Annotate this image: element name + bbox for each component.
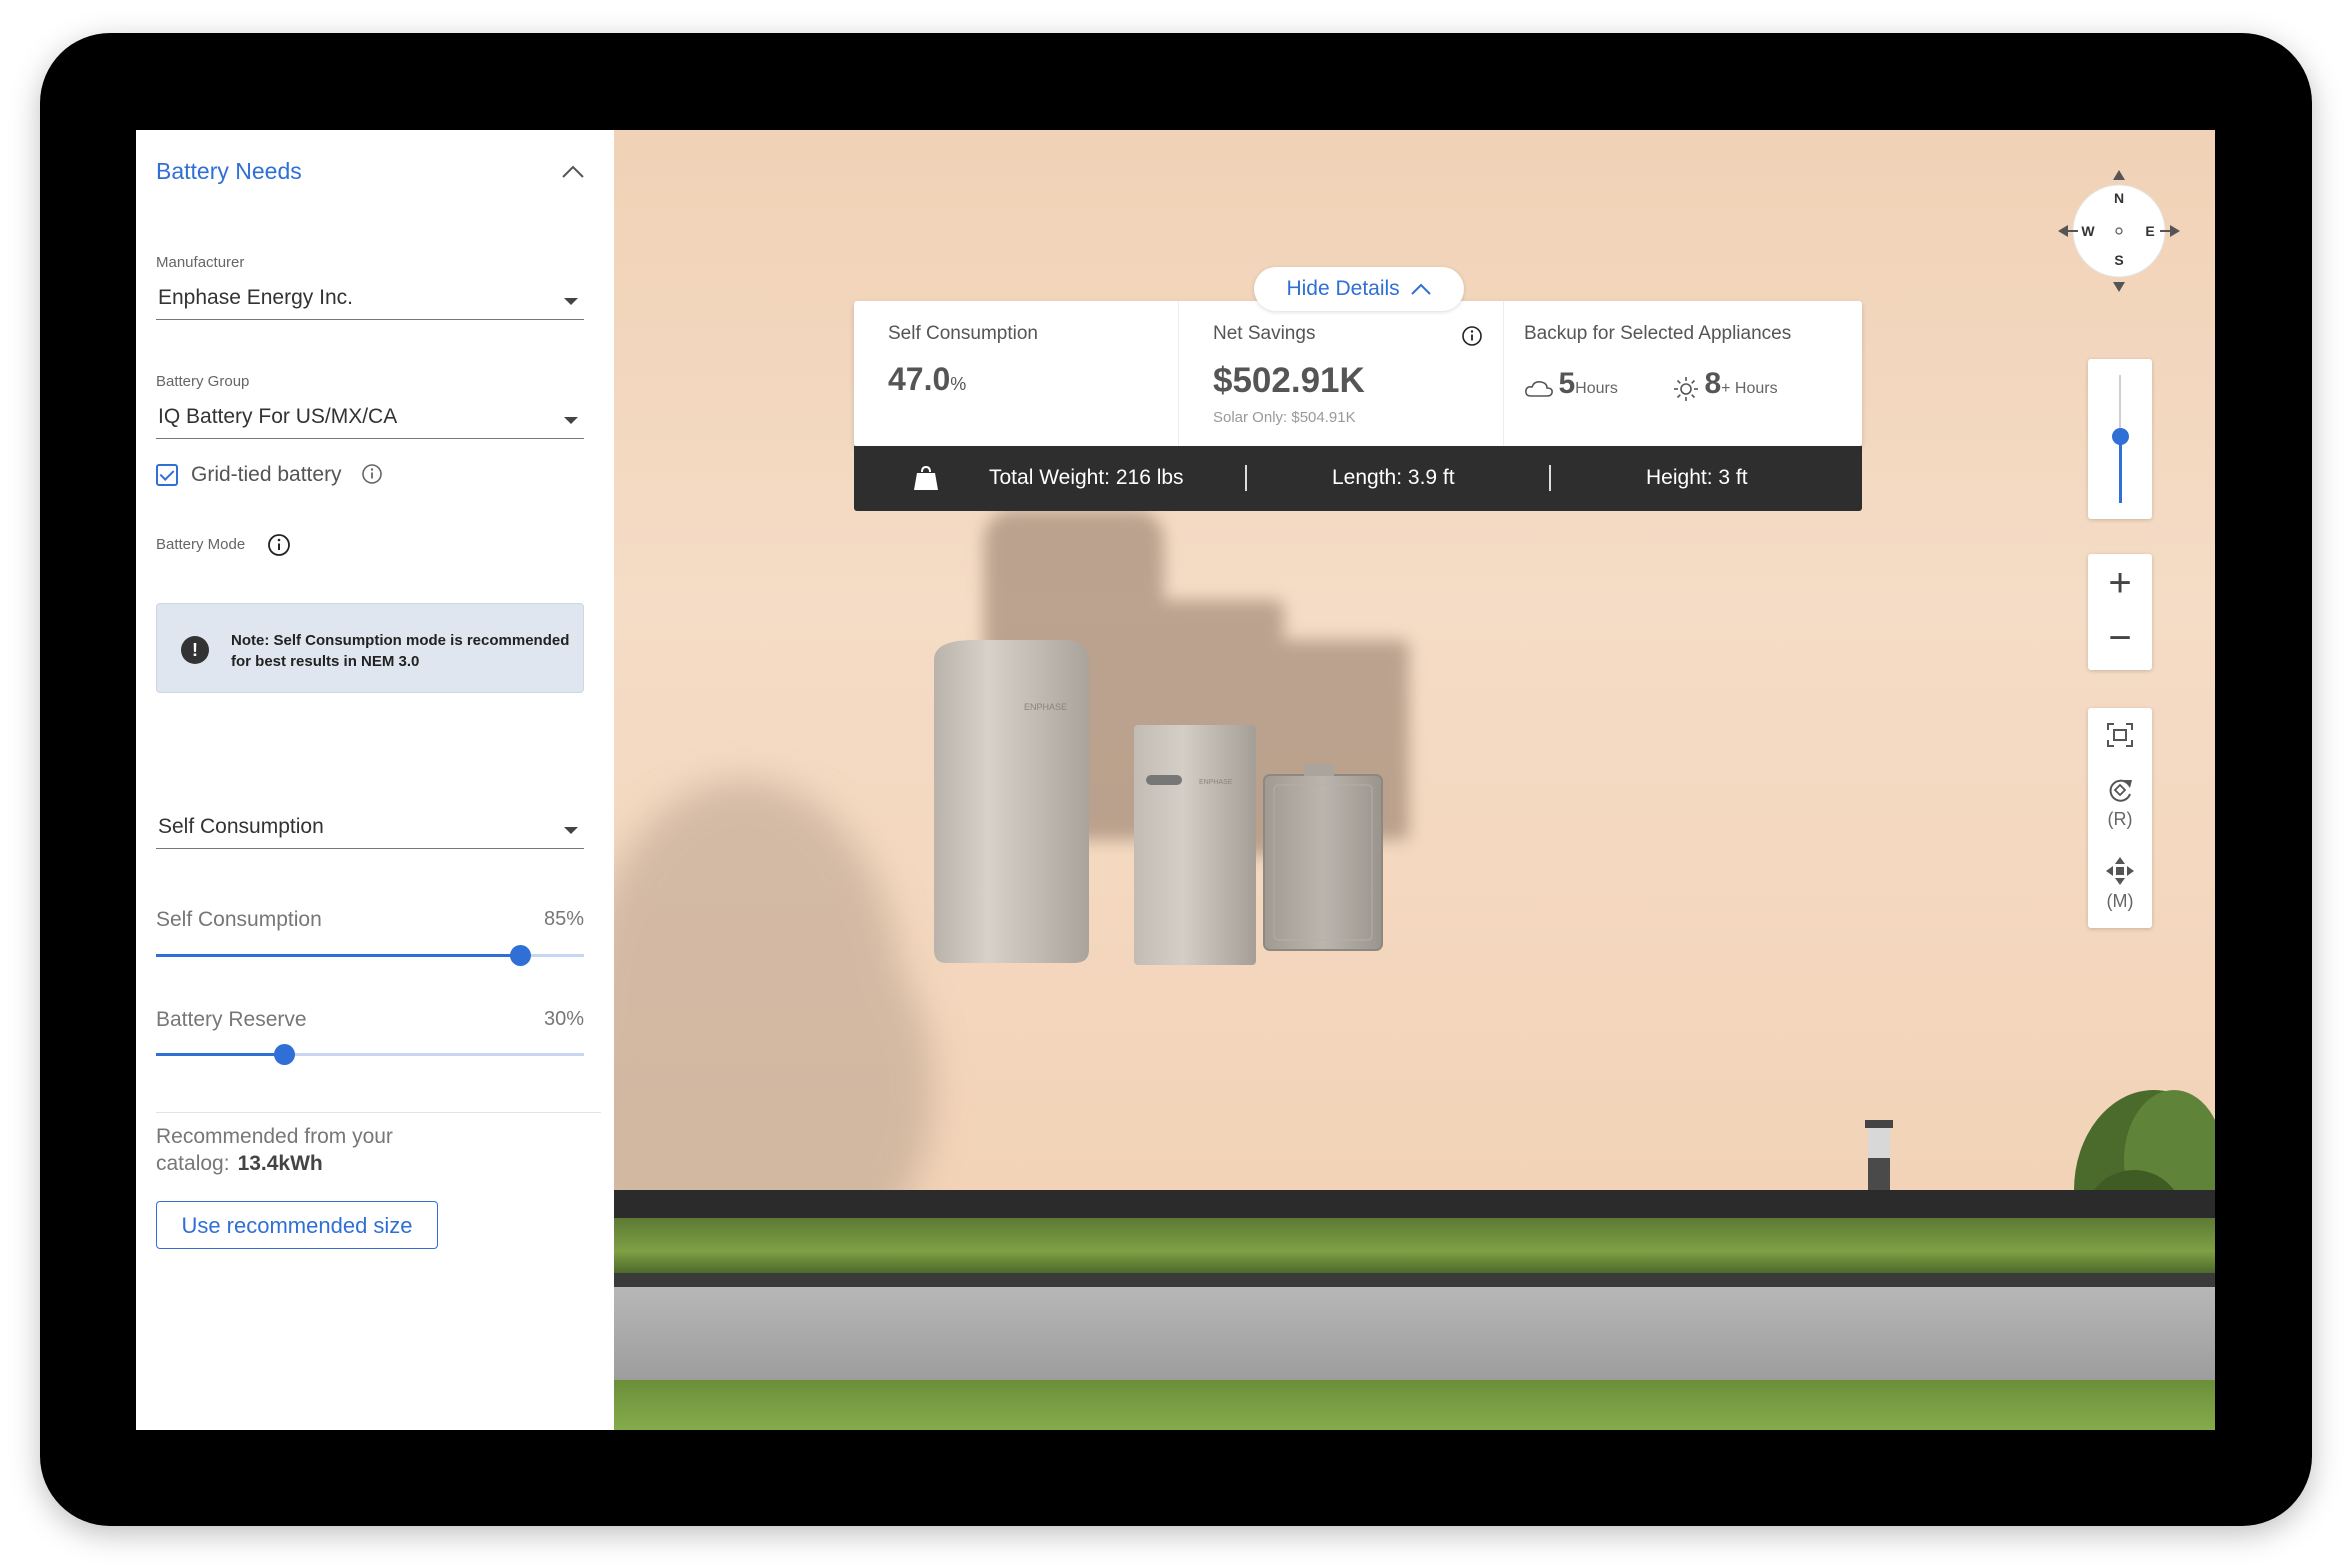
compass[interactable]: N S W E bbox=[2056, 168, 2182, 294]
recommended-value: 13.4kWh bbox=[237, 1152, 323, 1175]
total-weight: Total Weight: 216 lbs bbox=[989, 466, 1184, 489]
chevron-up-icon[interactable] bbox=[560, 160, 586, 182]
view-tools: (R) (M) bbox=[2088, 708, 2152, 928]
battery-group-select[interactable]: IQ Battery For US/MX/CA bbox=[156, 399, 584, 439]
battery-units: ENPHASE ENPHASE bbox=[934, 640, 1383, 965]
battery-mode-label-row: Battery Mode bbox=[156, 533, 356, 557]
backup-title: Backup for Selected Appliances bbox=[1524, 323, 1792, 344]
battery-needs-panel: Battery Needs Manufacturer Enphase Energ… bbox=[136, 130, 614, 1430]
manufacturer-value: Enphase Energy Inc. bbox=[158, 286, 353, 309]
nem-note: ! Note: Self Consumption mode is recomme… bbox=[156, 603, 584, 693]
battery-reserve-slider[interactable] bbox=[156, 1044, 584, 1065]
device-frame: Battery Needs Manufacturer Enphase Energ… bbox=[40, 33, 2312, 1526]
caret-down-icon bbox=[564, 827, 578, 834]
compass-north-label: N bbox=[2114, 190, 2124, 206]
battery-mode-select[interactable]: Self Consumption bbox=[156, 809, 584, 849]
manufacturer-select[interactable]: Enphase Energy Inc. bbox=[156, 280, 584, 320]
curb bbox=[614, 1273, 2215, 1287]
recommended-text: Recommended from your catalog: 13.4kWh bbox=[156, 1123, 456, 1177]
height-slider[interactable] bbox=[2088, 359, 2152, 519]
battery-reserve-slider-label: Battery Reserve bbox=[156, 1008, 307, 1031]
height-slider-fill bbox=[2119, 436, 2122, 503]
battery-brand-text: ENPHASE bbox=[1024, 702, 1067, 712]
app-screen: Battery Needs Manufacturer Enphase Energ… bbox=[136, 130, 2215, 1430]
zoom-in-button[interactable]: + bbox=[2088, 554, 2152, 612]
baseboard bbox=[614, 1190, 2215, 1218]
lawn bbox=[614, 1218, 2215, 1273]
spec-bar: Total Weight: 216 lbs Length: 3.9 ft Hei… bbox=[854, 446, 1862, 511]
move-caption: (M) bbox=[2106, 891, 2134, 911]
battery-mode-label: Battery Mode bbox=[156, 536, 246, 553]
caret-down-icon bbox=[564, 417, 578, 424]
grid-tied-checkbox[interactable] bbox=[156, 464, 178, 486]
note-text: Note: Self Consumption mode is recommend… bbox=[231, 632, 570, 670]
fit-view-icon bbox=[2107, 723, 2133, 747]
rotate-caption: (R) bbox=[2107, 809, 2133, 829]
battery-reserve-slider-value: 30% bbox=[543, 1008, 584, 1030]
info-icon[interactable] bbox=[267, 533, 291, 557]
compass-south-label: S bbox=[2114, 252, 2123, 268]
net-savings-title: Net Savings bbox=[1213, 323, 1316, 344]
battery-group-value: IQ Battery For US/MX/CA bbox=[158, 405, 398, 428]
height: Height: 3 ft bbox=[1646, 466, 1748, 489]
battery-brand-text: ENPHASE bbox=[1199, 779, 1233, 786]
height-slider-thumb[interactable] bbox=[2112, 428, 2129, 446]
move-icon bbox=[2106, 857, 2134, 885]
divider bbox=[156, 1112, 601, 1113]
self-consumption-slider[interactable] bbox=[156, 945, 584, 966]
alert-icon: ! bbox=[181, 636, 209, 664]
self-consumption-title: Self Consumption bbox=[888, 323, 1038, 344]
length: Length: 3.9 ft bbox=[1332, 466, 1455, 489]
net-savings-value: $502.91K bbox=[1213, 361, 1365, 400]
chevron-up-icon bbox=[1410, 284, 1431, 296]
self-consumption-slider-label: Self Consumption bbox=[156, 908, 322, 931]
info-icon[interactable] bbox=[1461, 325, 1483, 347]
cloud-icon bbox=[1525, 380, 1553, 397]
self-consumption-slider-value: 85% bbox=[543, 908, 584, 930]
compass-west-label: W bbox=[2081, 223, 2095, 239]
info-icon[interactable] bbox=[361, 463, 383, 485]
grid-tied-row: Grid-tied battery bbox=[156, 461, 456, 491]
self-consumption-value: 47.0% bbox=[888, 361, 967, 397]
solar-only-savings: Solar Only: $504.91K bbox=[1213, 409, 1356, 426]
panel-title: Battery Needs bbox=[156, 158, 302, 184]
caret-down-icon bbox=[564, 298, 578, 305]
sun-icon bbox=[1674, 376, 1698, 401]
backup-stat: Backup for Selected Appliances 5Hours 8+… bbox=[1504, 301, 1862, 446]
spec-separator bbox=[1549, 465, 1551, 491]
compass-east-label: E bbox=[2145, 223, 2154, 239]
grid-tied-label: Grid-tied battery bbox=[191, 463, 342, 486]
hide-details-label: Hide Details bbox=[1286, 277, 1400, 300]
sunny-backup-hours: 8+ Hours bbox=[1672, 367, 1778, 401]
battery-mode-value: Self Consumption bbox=[158, 815, 324, 838]
net-savings-stat: Net Savings $502.91K Solar Only: $504.91… bbox=[1179, 301, 1504, 446]
fit-view-button[interactable] bbox=[2088, 722, 2152, 753]
hide-details-button[interactable]: Hide Details bbox=[1254, 267, 1464, 311]
battery-group-label: Battery Group bbox=[156, 373, 250, 390]
rotate-button[interactable]: (R) bbox=[2088, 776, 2152, 830]
move-button[interactable]: (M) bbox=[2088, 856, 2152, 912]
sidewalk bbox=[614, 1287, 2215, 1380]
zoom-out-button[interactable]: − bbox=[2088, 609, 2152, 667]
self-consumption-stat: Self Consumption 47.0% bbox=[854, 301, 1179, 446]
zoom-controls: + − bbox=[2088, 554, 2152, 670]
slider-thumb[interactable] bbox=[509, 945, 531, 966]
slider-fill bbox=[156, 954, 520, 957]
spec-separator bbox=[1245, 465, 1247, 491]
use-recommended-size-button[interactable]: Use recommended size bbox=[156, 1201, 438, 1249]
slider-fill bbox=[156, 1053, 285, 1056]
weight-icon bbox=[914, 465, 938, 490]
lawn bbox=[614, 1380, 2215, 1430]
manufacturer-label: Manufacturer bbox=[156, 254, 245, 271]
slider-thumb[interactable] bbox=[274, 1044, 296, 1065]
cloudy-backup-hours: 5Hours bbox=[1524, 367, 1618, 401]
rotate-icon bbox=[2109, 779, 2132, 802]
panel-header[interactable]: Battery Needs bbox=[156, 158, 586, 198]
details-card: Self Consumption 47.0% Net Savings $502.… bbox=[854, 301, 1862, 446]
